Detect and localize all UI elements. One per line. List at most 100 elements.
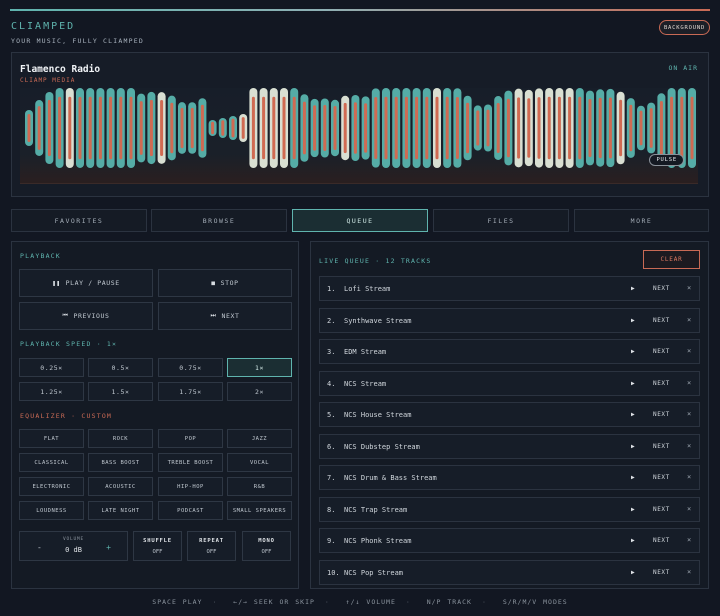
close-icon[interactable]: × — [687, 568, 691, 576]
eq-preset[interactable]: HIP-HOP — [158, 477, 223, 496]
next-button[interactable]: ⏭ NEXT — [158, 302, 292, 330]
clear-queue-button[interactable]: CLEAR — [643, 250, 700, 269]
stop-button[interactable]: ■ STOP — [158, 269, 292, 297]
play-icon[interactable]: ▶ — [631, 537, 635, 544]
queue-next-button[interactable]: NEXT — [653, 443, 670, 450]
tab-favorites[interactable]: FAVORITES — [11, 209, 147, 232]
queue-row-number: 1. — [327, 285, 336, 293]
next-label: NEXT — [221, 312, 240, 320]
mono-toggle[interactable]: MONO OFF — [242, 531, 291, 561]
play-icon[interactable]: ▶ — [631, 443, 635, 450]
tab-browse[interactable]: BROWSE — [151, 209, 287, 232]
speed-option[interactable]: 0.5× — [88, 358, 153, 377]
visualizer-mode-button[interactable]: PULSE — [649, 154, 684, 166]
close-icon[interactable]: × — [687, 505, 691, 513]
eq-preset[interactable]: ELECTRONIC — [19, 477, 84, 496]
queue-next-button[interactable]: NEXT — [653, 506, 670, 513]
close-icon[interactable]: × — [687, 284, 691, 292]
queue-row[interactable]: 8. NCS Trap Stream ▶ NEXT × — [319, 496, 700, 522]
eq-preset[interactable]: VOCAL — [227, 453, 292, 472]
speed-option[interactable]: 0.75× — [158, 358, 223, 377]
play-pause-button[interactable]: ❚❚ PLAY / PAUSE — [19, 269, 153, 297]
play-icon[interactable]: ▶ — [631, 474, 635, 481]
close-icon[interactable]: × — [687, 347, 691, 355]
eq-preset[interactable]: POP — [158, 429, 223, 448]
queue-next-button[interactable]: NEXT — [653, 474, 670, 481]
queue-row[interactable]: 1. Lofi Stream ▶ NEXT × — [319, 276, 700, 301]
close-icon[interactable]: × — [687, 473, 691, 481]
eq-preset[interactable]: CLASSICAL — [19, 453, 84, 472]
stop-label: STOP — [220, 279, 239, 287]
close-icon[interactable]: × — [687, 379, 691, 387]
eq-preset[interactable]: LATE NIGHT — [88, 501, 153, 520]
play-icon[interactable]: ▶ — [631, 569, 635, 576]
queue-next-button[interactable]: NEXT — [653, 411, 670, 418]
play-icon[interactable]: ▶ — [631, 411, 635, 418]
close-icon[interactable]: × — [687, 442, 691, 450]
speed-option[interactable]: 2× — [227, 382, 292, 401]
speed-option[interactable]: 1.25× — [19, 382, 84, 401]
close-icon[interactable]: × — [687, 316, 691, 324]
queue-row[interactable]: 5. NCS House Stream ▶ NEXT × — [319, 402, 700, 427]
queue-row-number: 4. — [327, 379, 336, 388]
eq-preset[interactable]: R&B — [227, 477, 292, 496]
eq-preset[interactable]: PODCAST — [158, 501, 223, 520]
eq-preset[interactable]: LOUDNESS — [19, 501, 84, 520]
tab-files[interactable]: FILES — [433, 209, 569, 232]
eq-preset[interactable]: JAZZ — [227, 429, 292, 448]
speed-option[interactable]: 1.75× — [158, 382, 223, 401]
previous-icon: ⏮ — [62, 312, 69, 319]
visualizer-bar-core — [78, 96, 82, 160]
repeat-toggle[interactable]: REPEAT OFF — [187, 531, 236, 561]
queue-row[interactable]: 4. NCS Stream ▶ NEXT × — [319, 370, 700, 396]
play-icon[interactable]: ▶ — [631, 348, 635, 355]
background-button[interactable]: BACKGROUND — [659, 20, 710, 35]
tab-queue[interactable]: QUEUE — [292, 209, 428, 232]
queue-row[interactable]: 2. Synthwave Stream ▶ NEXT × — [319, 307, 700, 333]
eq-preset[interactable]: BASS BOOST — [88, 453, 153, 472]
play-icon[interactable]: ▶ — [631, 317, 635, 324]
play-icon[interactable]: ▶ — [631, 285, 635, 292]
queue-next-button[interactable]: NEXT — [653, 317, 670, 324]
eq-preset[interactable]: TREBLE BOOST — [158, 453, 223, 472]
eq-preset[interactable]: ROCK — [88, 429, 153, 448]
next-icon: ⏭ — [210, 312, 217, 319]
queue-row[interactable]: 10. NCS Pop Stream ▶ NEXT × — [319, 559, 700, 585]
queue-next-button[interactable]: NEXT — [653, 569, 670, 576]
speed-option-selected[interactable]: 1× — [227, 358, 292, 377]
tab-more[interactable]: MORE — [574, 209, 709, 232]
eq-preset[interactable]: ACOUSTIC — [88, 477, 153, 496]
play-pause-label: PLAY / PAUSE — [65, 279, 120, 287]
close-icon[interactable]: × — [687, 410, 691, 418]
queue-next-button[interactable]: NEXT — [653, 348, 670, 355]
visualizer-bar-core — [109, 96, 113, 160]
play-icon[interactable]: ▶ — [631, 506, 635, 513]
visualizer-bar-core — [506, 98, 510, 158]
shuffle-toggle[interactable]: SHUFFLE OFF — [133, 531, 182, 561]
visualizer-bar-core — [649, 108, 653, 148]
queue-row[interactable]: 3. EDM Stream ▶ NEXT × — [319, 339, 700, 364]
volume-up-button[interactable]: + — [106, 543, 111, 552]
queue-next-button[interactable]: NEXT — [653, 380, 670, 387]
eq-preset[interactable]: FLAT — [19, 429, 84, 448]
now-playing-panel: Flamenco Radio CLIAMP MEDIA ON AIR PULSE — [11, 52, 709, 197]
visualizer-bar-core — [404, 96, 408, 160]
visualizer-bar-core — [68, 96, 72, 160]
visualizer-bar-core — [211, 121, 215, 135]
queue-row[interactable]: 9. NCS Phonk Stream ▶ NEXT × — [319, 528, 700, 553]
eq-preset[interactable]: SMALL SPEAKERS — [227, 501, 292, 520]
queue-next-button[interactable]: NEXT — [653, 537, 670, 544]
visualizer-bar-core — [98, 96, 102, 160]
play-icon[interactable]: ▶ — [631, 380, 635, 387]
queue-row-number: 10. — [327, 568, 340, 577]
queue-row-number: 7. — [327, 474, 336, 482]
queue-row[interactable]: 7. NCS Drum & Bass Stream ▶ NEXT × — [319, 465, 700, 490]
speed-option[interactable]: 0.25× — [19, 358, 84, 377]
queue-row[interactable]: 6. NCS Dubstep Stream ▶ NEXT × — [319, 433, 700, 459]
previous-button[interactable]: ⏮ PREVIOUS — [19, 302, 153, 330]
visualizer-bar-core — [170, 102, 174, 154]
queue-next-button[interactable]: NEXT — [653, 285, 670, 292]
visualizer-bar-core — [313, 105, 317, 151]
close-icon[interactable]: × — [687, 536, 691, 544]
speed-option[interactable]: 1.5× — [88, 382, 153, 401]
